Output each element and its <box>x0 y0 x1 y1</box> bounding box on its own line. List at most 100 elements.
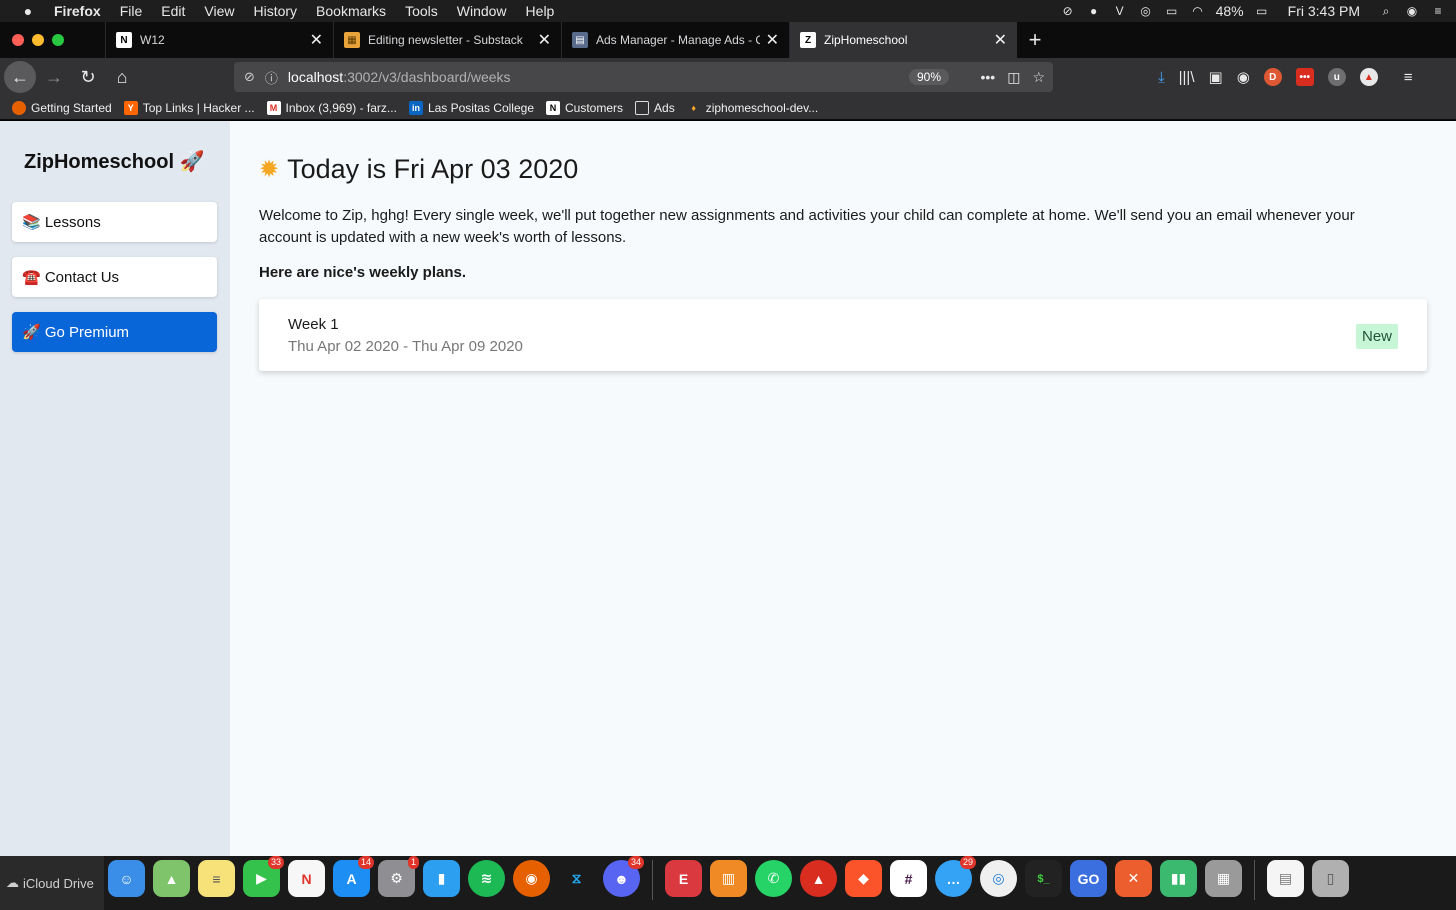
firefox-dock-icon[interactable]: ◉ <box>513 860 550 897</box>
back-arrow-icon[interactable]: ← <box>4 61 36 93</box>
page-title: ✹ Today is Fri Apr 03 2020 <box>259 154 578 185</box>
ublock-icon[interactable]: u <box>1327 68 1346 86</box>
site-info-icon[interactable]: ⓘ <box>265 68 278 87</box>
library-icon[interactable]: |||\ <box>1179 69 1195 86</box>
facetime-icon[interactable]: ▶ 33 <box>243 856 284 897</box>
news-icon[interactable]: N <box>288 860 325 897</box>
xmind-icon[interactable]: ✕ <box>1115 860 1152 897</box>
menu-tools[interactable]: Tools <box>405 3 438 19</box>
menubar-clock[interactable]: Fri 3:43 PM <box>1288 3 1360 19</box>
calculator-icon[interactable]: ▦ <box>1205 860 1242 897</box>
redbird-app-icon[interactable]: ▲ <box>800 860 837 897</box>
tab-ads-manager[interactable]: ▤ Ads Manager - Manage Ads - C ✕ <box>561 22 789 58</box>
spotify-icon[interactable]: ≋ <box>468 860 505 897</box>
reload-icon[interactable]: ↻ <box>72 61 104 93</box>
new-tab-plus-icon[interactable]: + <box>1017 22 1053 58</box>
bookmark-app-icon[interactable]: ▮ <box>423 860 460 897</box>
duckduckgo-icon[interactable]: D <box>1263 68 1282 86</box>
tracking-protection-icon[interactable]: ⊘ <box>244 69 255 85</box>
goland-icon[interactable]: GO <box>1070 860 1107 897</box>
whatsapp-icon[interactable]: ✆ <box>755 860 792 897</box>
sync-icon[interactable]: ◎ <box>1138 4 1154 18</box>
menu-help[interactable]: Help <box>526 3 555 19</box>
do-not-disturb-icon[interactable]: ⊘ <box>1060 4 1076 18</box>
icloud-drive-item[interactable]: ☁ iCloud Drive <box>0 856 104 910</box>
brave-icon[interactable]: ◆ <box>845 860 882 897</box>
close-tab-icon[interactable]: ✕ <box>994 30 1007 50</box>
numbers-icon[interactable]: ▮▮ <box>1160 860 1197 897</box>
zoom-level-badge[interactable]: 90% <box>908 69 949 85</box>
close-tab-icon[interactable]: ✕ <box>310 30 323 50</box>
menu-view[interactable]: View <box>204 3 234 19</box>
bookmark-firebase[interactable]: ♦ ziphomeschool-dev... <box>687 101 818 115</box>
notes-icon[interactable]: ≡ <box>198 860 235 897</box>
pocket-icon[interactable]: ◫ <box>1007 69 1020 86</box>
extension-redbird-icon[interactable]: ▲ <box>1359 68 1378 86</box>
menu-bookmarks[interactable]: Bookmarks <box>316 3 386 19</box>
linkedin-icon: in <box>408 100 423 115</box>
tab-ziphomeschool[interactable]: Z ZipHomeschool ✕ <box>789 22 1017 58</box>
tab-substack[interactable]: ▦ Editing newsletter - Substack ✕ <box>333 22 561 58</box>
tab-w12[interactable]: N W12 ✕ <box>105 22 333 58</box>
finder-icon[interactable]: ☺ <box>108 860 145 897</box>
dock-separator <box>652 860 653 900</box>
notion-icon: N <box>116 32 132 48</box>
system-preferences-icon[interactable]: ⚙ 1 <box>378 856 419 897</box>
expressvpn-icon[interactable]: E <box>665 860 702 897</box>
brand-logo[interactable]: ZipHomeschool 🚀 <box>24 149 204 174</box>
page-actions-icon[interactable]: ••• <box>980 69 995 86</box>
menu-app-firefox[interactable]: Firefox <box>54 3 101 19</box>
airplay-icon[interactable]: ▭ <box>1164 4 1180 18</box>
close-window-button[interactable] <box>12 34 24 46</box>
url-bar[interactable]: ⊘ ⓘ localhost:3002/v3/dashboard/weeks 90… <box>234 62 1053 92</box>
minimize-window-button[interactable] <box>32 34 44 46</box>
safari-icon[interactable]: ◎ <box>980 860 1017 897</box>
terminal-icon[interactable]: $_ <box>1025 860 1062 897</box>
trash-icon[interactable]: ▯ <box>1312 860 1349 897</box>
wifi-icon[interactable]: ◠ <box>1190 4 1206 18</box>
vscode-icon[interactable]: ⧖ <box>558 860 595 897</box>
home-icon[interactable]: ⌂ <box>106 61 138 93</box>
apple-menu-icon[interactable]: ● <box>20 3 36 19</box>
books-icon[interactable]: ▥ <box>710 860 747 897</box>
week-card[interactable]: Week 1 Thu Apr 02 2020 - Thu Apr 09 2020… <box>259 299 1427 371</box>
bookmark-getting-started[interactable]: Getting Started <box>12 100 112 115</box>
app-store-icon[interactable]: A 14 <box>333 856 374 897</box>
bookmark-ads-folder[interactable]: Ads <box>635 100 675 115</box>
menu-window[interactable]: Window <box>457 3 507 19</box>
forward-arrow-icon[interactable]: → <box>38 61 70 93</box>
downloads-icon[interactable]: ⤓ <box>1158 69 1165 86</box>
bookmark-hacker-news[interactable]: Y Top Links | Hacker ... <box>123 100 255 115</box>
fullscreen-window-button[interactable] <box>52 34 64 46</box>
notification-center-icon[interactable]: ≡ <box>1430 4 1446 18</box>
discord-icon[interactable]: ☻ 34 <box>603 856 644 897</box>
slack-icon[interactable]: # <box>890 860 927 897</box>
evernote-icon[interactable]: V <box>1112 4 1128 18</box>
account-icon[interactable]: ◉ <box>1237 68 1250 86</box>
folder-icon <box>635 100 650 115</box>
close-tab-icon[interactable]: ✕ <box>766 30 779 50</box>
battery-icon[interactable]: ▭ <box>1254 4 1270 18</box>
bookmark-gmail-inbox[interactable]: M Inbox (3,969) - farz... <box>266 100 397 115</box>
menu-file[interactable]: File <box>120 3 143 19</box>
bookmark-label: Customers <box>565 100 624 115</box>
maps-icon[interactable]: ▲ <box>153 860 190 897</box>
record-icon[interactable]: ● <box>1086 4 1102 18</box>
spotlight-search-icon[interactable]: ⌕ <box>1378 4 1394 18</box>
app-store-badge: 14 <box>357 856 374 869</box>
document-icon[interactable]: ▤ <box>1267 860 1304 897</box>
menu-history[interactable]: History <box>253 3 297 19</box>
sidebar-item-contact-us[interactable]: ☎️ Contact Us <box>12 257 217 297</box>
hamburger-menu-icon[interactable]: ≡ <box>1404 69 1413 86</box>
close-tab-icon[interactable]: ✕ <box>538 30 551 50</box>
siri-icon[interactable]: ◉ <box>1404 4 1420 18</box>
bookmark-las-positas[interactable]: in Las Positas College <box>408 100 534 115</box>
messages-icon[interactable]: … 29 <box>935 856 976 897</box>
bookmark-star-icon[interactable]: ☆ <box>1032 69 1045 86</box>
bookmark-customers[interactable]: N Customers <box>546 100 624 115</box>
sidebar-toggle-icon[interactable]: ▣ <box>1209 68 1223 86</box>
sidebar-item-lessons[interactable]: 📚 Lessons <box>12 202 217 242</box>
extension-red-icon[interactable]: ••• <box>1295 68 1314 86</box>
sidebar-item-go-premium[interactable]: 🚀 Go Premium <box>12 312 217 352</box>
menu-edit[interactable]: Edit <box>161 3 185 19</box>
